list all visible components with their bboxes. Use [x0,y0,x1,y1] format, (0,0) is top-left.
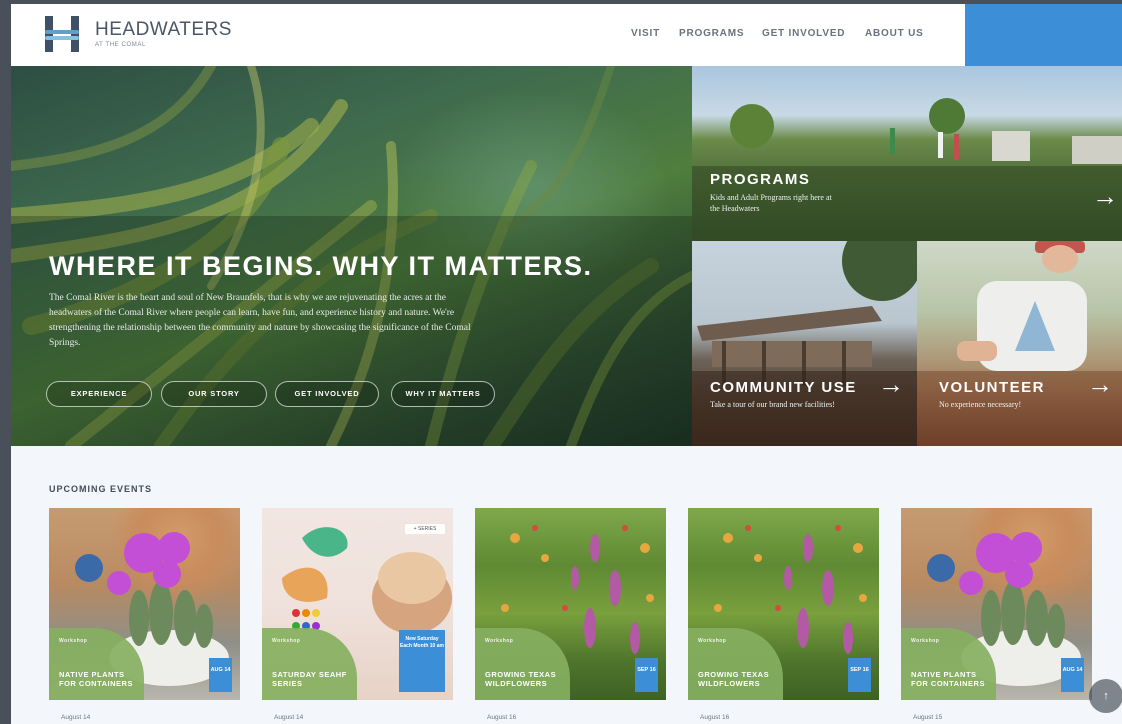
event-category: Workshop [911,638,940,644]
programs-title: PROGRAMS [710,171,811,188]
event-title: SATURDAY SEAHF SERIES [272,670,347,688]
nav-get-involved[interactable]: GET INVOLVED [762,28,845,39]
series-tag: + SERIES [405,524,445,534]
nav-programs[interactable]: PROGRAMS [679,28,744,39]
event-category: Workshop [698,638,727,644]
event-title: GROWING TEXAS WILDFLOWERS [485,670,557,688]
event-title: GROWING TEXAS WILDFLOWERS [698,670,770,688]
hero-banner: WHERE IT BEGINS. WHY IT MATTERS. The Com… [11,66,692,446]
nav-visit[interactable]: VISIT [631,28,660,39]
experience-button[interactable]: EXPERIENCE [46,381,152,407]
volunteer-image [917,241,1122,446]
programs-tile[interactable]: PROGRAMS Kids and Adult Programs right h… [692,66,1122,241]
right-arrow-icon: → [1087,369,1113,399]
right-arrow-icon: → [878,369,904,399]
site-header: HEADWATERS AT THE COMAL VISIT PROGRAMS G… [11,4,1122,66]
event-date: August 14 [61,714,91,721]
right-arrow-icon: → [1092,181,1118,211]
event-date-box: SEP 16 [635,658,658,692]
event-date-box: AUG 14 [1061,658,1084,692]
event-card[interactable]: + SERIES Workshop SATURDAY SEAHF SERIES … [262,508,453,700]
community-use-title: COMMUNITY USE [710,379,857,396]
event-date-box: SEP 16 [848,658,871,692]
event-date: August 15 [913,714,943,721]
scroll-top-icon[interactable]: ↑ [1089,679,1122,713]
event-date: August 16 [700,714,730,721]
event-category: Workshop [485,638,514,644]
community-use-tile[interactable]: COMMUNITY USE Take a tour of our brand n… [692,241,917,446]
our-story-button[interactable]: OUR STORY [161,381,267,407]
header-cta-button[interactable] [965,4,1122,66]
hero-title: WHERE IT BEGINS. WHY IT MATTERS. [49,251,593,281]
events-heading: UPCOMING EVENTS [49,484,153,494]
volunteer-desc: No experience necessary! [939,400,1022,409]
volunteer-title: VOLUNTEER [939,379,1046,396]
hero-body: The Comal River is the heart and soul of… [49,293,471,348]
community-image [692,241,917,446]
event-category: Workshop [272,638,301,644]
why-it-matters-button[interactable]: WHY IT MATTERS [391,381,495,407]
programs-image [692,98,1122,241]
event-date: August 16 [487,714,517,721]
event-card[interactable]: Workshop GROWING TEXAS WILDFLOWERS SEP 1… [688,508,879,700]
event-title: NATIVE PLANTS FOR CONTAINERS [911,670,985,688]
brand-name[interactable]: HEADWATERS [95,19,232,41]
headwaters-logo-icon[interactable] [45,16,79,52]
brand-subtitle: AT THE COMAL [95,42,146,48]
event-card[interactable]: Workshop NATIVE PLANTS FOR CONTAINERS AU… [901,508,1092,700]
get-involved-button[interactable]: GET INVOLVED [275,381,379,407]
event-date-box: AUG 14 [209,658,232,692]
community-use-desc: Take a tour of our brand new facilities! [710,400,835,409]
volunteer-tile[interactable]: VOLUNTEER No experience necessary! → [917,241,1122,446]
event-card[interactable]: Workshop NATIVE PLANTS FOR CONTAINERS AU… [49,508,240,700]
event-category: Workshop [59,638,88,644]
nav-about-us[interactable]: ABOUT US [865,28,924,39]
event-title: NATIVE PLANTS FOR CONTAINERS [59,670,133,688]
event-date-box: New Saturday Each Month 10 am [399,630,445,692]
event-card[interactable]: Workshop GROWING TEXAS WILDFLOWERS SEP 1… [475,508,666,700]
event-date: August 14 [274,714,304,721]
page: HEADWATERS AT THE COMAL VISIT PROGRAMS G… [11,4,1122,724]
programs-desc: Kids and Adult Programs right here at th… [710,193,832,213]
